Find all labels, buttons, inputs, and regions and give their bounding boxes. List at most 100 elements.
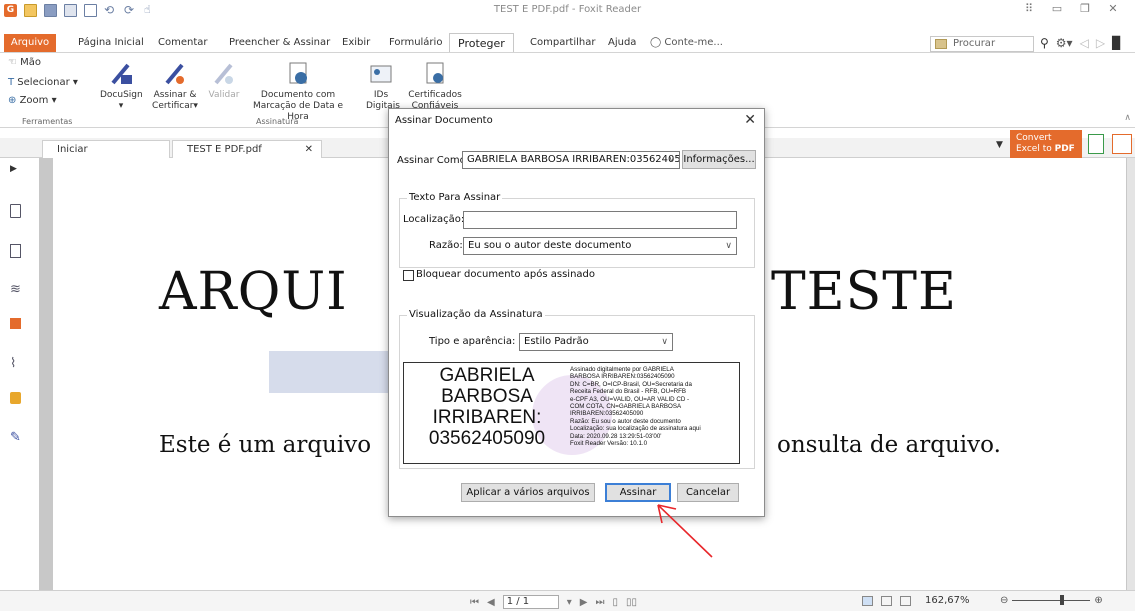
collapse-ribbon-icon[interactable]: ∧ <box>1124 113 1131 123</box>
tab-preencher-assinar[interactable]: Preencher & Assinar <box>229 34 330 52</box>
forward-icon[interactable]: ▷ <box>1096 36 1105 50</box>
search-scope-icon <box>935 39 947 49</box>
first-page-icon[interactable]: ⏮ <box>470 597 479 608</box>
zoom-slider-thumb[interactable] <box>1060 595 1065 605</box>
tab-compartilhar[interactable]: Compartilhar <box>530 34 595 52</box>
signature-details: Assinado digitalmente por GABRIELA BARBO… <box>570 366 738 447</box>
convert-excel-ad[interactable]: Convert Excel to PDF <box>1010 130 1082 158</box>
tab-ajuda[interactable]: Ajuda <box>608 34 636 52</box>
appearance-label: Tipo e aparência: <box>429 336 516 347</box>
pages-icon[interactable] <box>10 244 21 258</box>
vertical-scrollbar[interactable] <box>1127 158 1135 590</box>
security-lock-icon[interactable] <box>10 392 21 404</box>
lock-document-checkbox[interactable] <box>403 270 414 281</box>
signature-name-line: 03562405090 <box>428 428 546 449</box>
tab-formulario[interactable]: Formulário <box>389 34 442 52</box>
sign-certify-label-1: Assinar & <box>153 90 197 100</box>
zoom-tool-button[interactable]: ⊕ Zoom ▾ <box>8 95 57 106</box>
chevron-down-icon: ▾ <box>51 95 57 106</box>
signature-detail-line: Data: 2020.09.28 13:29:51-03'00' <box>570 432 662 440</box>
right-toolbar: ⚲ ⚙▾ ◁ ▷ ▉ <box>1040 36 1121 50</box>
layers-icon[interactable]: ≋ <box>10 282 26 298</box>
select-text-icon: T <box>8 77 15 88</box>
ribbon-options-icon[interactable]: ⠿ <box>1015 2 1043 15</box>
zoom-in-icon[interactable]: ⊕ <box>1094 595 1102 606</box>
view-facing-icon[interactable] <box>900 596 911 606</box>
timestamp-label-1: Documento com <box>260 90 336 100</box>
apply-multiple-files-button[interactable]: Aplicar a vários arquivos <box>461 483 595 502</box>
minimize-icon[interactable]: ▭ <box>1043 2 1071 15</box>
select-tool-button[interactable]: T Selecionar ▾ <box>8 77 78 88</box>
chevron-down-icon: ▾ <box>118 101 124 111</box>
pen-sign-icon <box>162 61 188 87</box>
tell-me-box[interactable]: ◯ Conte-me... <box>650 34 723 52</box>
sign-as-select[interactable]: GABRIELA BARBOSA IRRIBAREN:03562405 ∨ <box>462 151 680 169</box>
select-label: Selecionar <box>17 77 70 88</box>
zoom-out-icon[interactable]: ⊖ <box>1000 595 1008 606</box>
chevron-down-icon: ▾ <box>193 101 198 111</box>
view-continuous-icon[interactable] <box>881 596 892 606</box>
timestamp-document-button[interactable]: Documento com Marcação de Data e Hora <box>246 61 350 123</box>
docusign-button[interactable]: DocuSign ▾ <box>100 61 143 112</box>
tab-arquivo[interactable]: Arquivo <box>4 34 56 52</box>
search-input[interactable]: Procurar <box>930 36 1034 52</box>
facing-view-icon[interactable]: ▯▯ <box>626 597 637 608</box>
tab-document-file[interactable]: TEST E PDF.pdf ✕ <box>172 140 322 158</box>
previous-page-icon[interactable]: ◀ <box>487 597 495 608</box>
last-page-icon[interactable]: ⏭ <box>595 597 604 608</box>
tab-comentar[interactable]: Comentar <box>158 34 208 52</box>
signature-name-line: GABRIELA <box>439 365 535 386</box>
bookmark-icon[interactable]: ▉ <box>1112 36 1121 50</box>
hand-icon: ☜ <box>8 57 17 68</box>
validate-label: Validar <box>208 90 240 100</box>
page-number-input[interactable]: 1 / 1 <box>502 595 559 609</box>
docusign-label: DocuSign <box>100 90 143 100</box>
zoom-icon: ⊕ <box>8 95 17 106</box>
close-window-icon[interactable]: ✕ <box>1099 2 1127 15</box>
single-page-view-icon[interactable]: ▯ <box>612 597 618 608</box>
attachments-icon[interactable]: ⌇ <box>10 356 26 372</box>
zoom-slider-track[interactable] <box>1012 595 1091 605</box>
signature-preview: GABRIELA BARBOSA IRRIBAREN: 03562405090 … <box>403 362 740 464</box>
signature-preview-title: Visualização da Assinatura <box>407 309 545 320</box>
digital-ids-button[interactable]: IDs Digitais <box>366 61 400 112</box>
zoom-level[interactable]: 162,67% <box>925 595 970 606</box>
tab-pagina-inicial[interactable]: Página Inicial <box>78 34 144 52</box>
bookmarks-icon[interactable] <box>10 204 21 218</box>
tab-iniciar[interactable]: Iniciar <box>42 140 170 158</box>
digital-ids-label-1: IDs <box>373 90 389 100</box>
restore-icon[interactable]: ❐ <box>1071 2 1099 15</box>
trusted-certificates-button[interactable]: Certificados Confiáveis <box>408 61 462 112</box>
excel-icon <box>1088 134 1104 154</box>
view-single-icon[interactable] <box>862 596 873 606</box>
signature-detail-line: Localização: sua localização de assinatu… <box>570 425 701 433</box>
signature-name-line: BARBOSA <box>441 386 533 407</box>
appearance-value: Estilo Padrão <box>524 336 589 347</box>
sign-as-value: GABRIELA BARBOSA IRRIBAREN:03562405 <box>467 154 680 165</box>
close-tab-icon[interactable]: ✕ <box>305 141 313 159</box>
tab-exibir[interactable]: Exibir <box>342 34 370 52</box>
next-page-icon[interactable]: ▶ <box>580 597 588 608</box>
dialog-close-icon[interactable]: ✕ <box>744 112 756 128</box>
zoom-slider[interactable]: ⊖ ⊕ <box>1000 595 1103 606</box>
sign-certify-button[interactable]: Assinar & Certificar▾ <box>150 61 200 112</box>
hand-tool-button[interactable]: ☜ Mão <box>8 57 41 68</box>
tabs-menu-icon[interactable]: ▼ <box>996 140 1003 150</box>
search-icon[interactable]: ⚲ <box>1040 36 1049 50</box>
signature-detail-line: e-CPF A3, OU=VALID, OU=AR VALID CD - <box>570 395 690 403</box>
expand-pane-icon[interactable]: ▶ <box>10 164 26 180</box>
signature-name-line: IRRIBAREN: <box>432 407 542 428</box>
validate-button: Validar <box>206 61 242 101</box>
back-icon[interactable]: ◁ <box>1080 36 1089 50</box>
info-button[interactable]: Informações... <box>682 150 756 169</box>
tab-proteger[interactable]: Proteger <box>449 33 514 53</box>
signatures-icon[interactable]: ✎ <box>10 430 26 446</box>
location-input[interactable] <box>463 211 737 229</box>
docusign-icon <box>108 61 134 87</box>
comments-icon[interactable] <box>10 318 21 329</box>
reason-select[interactable]: Eu sou o autor deste documento ∨ <box>463 237 737 255</box>
appearance-select[interactable]: Estilo Padrão ∨ <box>519 333 673 351</box>
signature-detail-line: Razão: Eu sou o autor deste documento <box>570 417 681 425</box>
page-dropdown-icon[interactable]: ▾ <box>567 597 572 608</box>
settings-icon[interactable]: ⚙▾ <box>1056 36 1073 50</box>
